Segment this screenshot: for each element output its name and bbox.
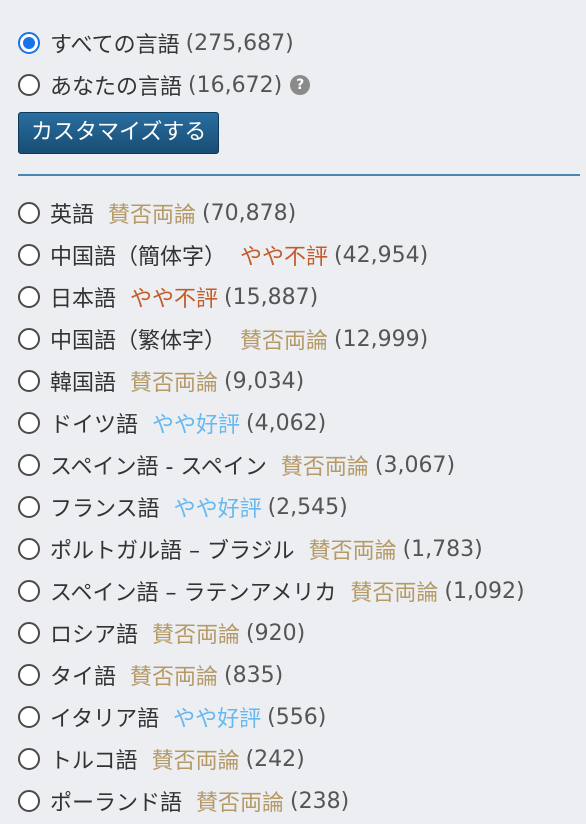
filter-your-languages[interactable]: あなたの言語 (16,672) ? <box>18 64 580 106</box>
customize-button[interactable]: カスタマイズする <box>18 112 220 154</box>
filter-yours-count: (16,672) <box>188 72 283 98</box>
language-option[interactable]: フランス語 やや好評 (2,545) <box>18 486 580 528</box>
radio-your-languages[interactable] <box>18 74 40 96</box>
language-option[interactable]: ドイツ語 やや好評 (4,062) <box>18 402 580 444</box>
review-rating: やや不評 <box>240 245 329 270</box>
language-radio[interactable] <box>18 202 40 224</box>
language-option[interactable]: 日本語 やや不評 (15,887) <box>18 276 580 318</box>
language-name: ポーランド語 <box>50 791 183 816</box>
review-count: (835) <box>224 662 284 688</box>
language-radio[interactable] <box>18 496 40 518</box>
review-count: (2,545) <box>267 494 348 520</box>
review-rating: 賛否両論 <box>108 203 197 228</box>
language-option[interactable]: スペイン語 – ラテンアメリカ 賛否両論 (1,092) <box>18 570 580 612</box>
language-option[interactable]: イタリア語 やや好評 (556) <box>18 696 580 738</box>
review-count: (70,878) <box>202 200 297 226</box>
language-name: ドイツ語 <box>50 413 139 438</box>
language-name: トルコ語 <box>50 749 138 774</box>
review-rating: 賛否両論 <box>350 581 439 606</box>
filter-group: すべての言語 (275,687) あなたの言語 (16,672) ? <box>18 22 580 106</box>
language-option[interactable]: スペイン語 - スペイン 賛否両論 (3,067) <box>18 444 580 486</box>
language-radio[interactable] <box>18 622 40 644</box>
language-option[interactable]: ロシア語 賛否両論 (920) <box>18 612 580 654</box>
language-name: ロシア語 <box>50 623 139 648</box>
radio-all-languages[interactable] <box>18 32 40 54</box>
review-rating: 賛否両論 <box>130 665 219 690</box>
language-name: 英語 <box>50 203 95 228</box>
review-count: (4,062) <box>246 410 327 436</box>
filter-all-count: (275,687) <box>185 30 294 56</box>
filter-all-languages[interactable]: すべての言語 (275,687) <box>18 22 580 64</box>
language-radio[interactable] <box>18 370 40 392</box>
review-rating: 賛否両論 <box>151 749 240 774</box>
review-rating: やや好評 <box>152 413 241 438</box>
review-rating: やや不評 <box>130 287 219 312</box>
language-name: 日本語 <box>50 287 117 312</box>
language-option[interactable]: ポルトガル語 – ブラジル 賛否両論 (1,783) <box>18 528 580 570</box>
review-count: (15,887) <box>224 284 319 310</box>
help-icon[interactable]: ? <box>290 75 311 95</box>
language-list: 英語 賛否両論 (70,878) 中国語（簡体字） やや不評 (42,954) 日本語 やや不… <box>18 192 580 822</box>
review-rating: やや好評 <box>173 707 262 732</box>
language-radio[interactable] <box>18 664 40 686</box>
review-rating: 賛否両論 <box>196 791 285 816</box>
review-count: (3,067) <box>374 452 456 478</box>
language-option[interactable]: 韓国語 賛否両論 (9,034) <box>18 360 580 402</box>
review-rating: 賛否両論 <box>280 455 369 480</box>
language-option[interactable]: 中国語（簡体字） やや不評 (42,954) <box>18 234 580 276</box>
language-name: フランス語 <box>50 497 160 522</box>
language-radio[interactable] <box>18 706 40 728</box>
language-radio[interactable] <box>18 328 40 350</box>
review-count: (238) <box>290 788 350 814</box>
language-radio[interactable] <box>18 580 40 602</box>
review-rating: 賛否両論 <box>130 371 219 396</box>
review-count: (1,092) <box>444 578 525 604</box>
filter-all-label: すべての言語 <box>50 33 180 58</box>
language-radio[interactable] <box>18 244 40 266</box>
filter-yours-label: あなたの言語 <box>50 75 183 100</box>
language-name: スペイン語 – ラテンアメリカ <box>50 581 337 606</box>
review-rating: やや好評 <box>173 497 262 522</box>
language-name: 中国語（繁体字） <box>50 329 227 354</box>
language-option[interactable]: 中国語（繁体字） 賛否両論 (12,999) <box>18 318 580 360</box>
language-option[interactable]: 英語 賛否両論 (70,878) <box>18 192 580 234</box>
review-count: (1,783) <box>402 536 483 562</box>
language-radio[interactable] <box>18 412 40 434</box>
review-rating: 賛否両論 <box>152 623 241 648</box>
language-radio[interactable] <box>18 538 40 560</box>
language-radio[interactable] <box>18 790 40 812</box>
language-name: タイ語 <box>50 665 117 690</box>
review-count: (42,954) <box>334 242 429 268</box>
language-name: ポルトガル語 – ブラジル <box>50 539 295 564</box>
review-count: (12,999) <box>334 326 429 352</box>
review-count: (9,034) <box>224 368 305 394</box>
language-name: イタリア語 <box>50 707 160 732</box>
review-count: (242) <box>245 746 305 772</box>
language-radio[interactable] <box>18 454 40 476</box>
language-name: 中国語（簡体字） <box>50 245 227 270</box>
review-count: (920) <box>246 620 306 646</box>
divider <box>18 174 580 176</box>
language-filter-panel: すべての言語 (275,687) あなたの言語 (16,672) ? カスタマイ… <box>18 22 580 822</box>
language-option[interactable]: タイ語 賛否両論 (835) <box>18 654 580 696</box>
language-name: 韓国語 <box>50 371 117 396</box>
language-name: スペイン語 - スペイン <box>50 455 267 480</box>
language-option[interactable]: トルコ語 賛否両論 (242) <box>18 738 580 780</box>
language-option[interactable]: ポーランド語 賛否両論 (238) <box>18 780 580 822</box>
language-radio[interactable] <box>18 286 40 308</box>
language-radio[interactable] <box>18 748 40 770</box>
review-count: (556) <box>267 704 327 730</box>
review-rating: 賛否両論 <box>240 329 329 354</box>
review-rating: 賛否両論 <box>308 539 397 564</box>
